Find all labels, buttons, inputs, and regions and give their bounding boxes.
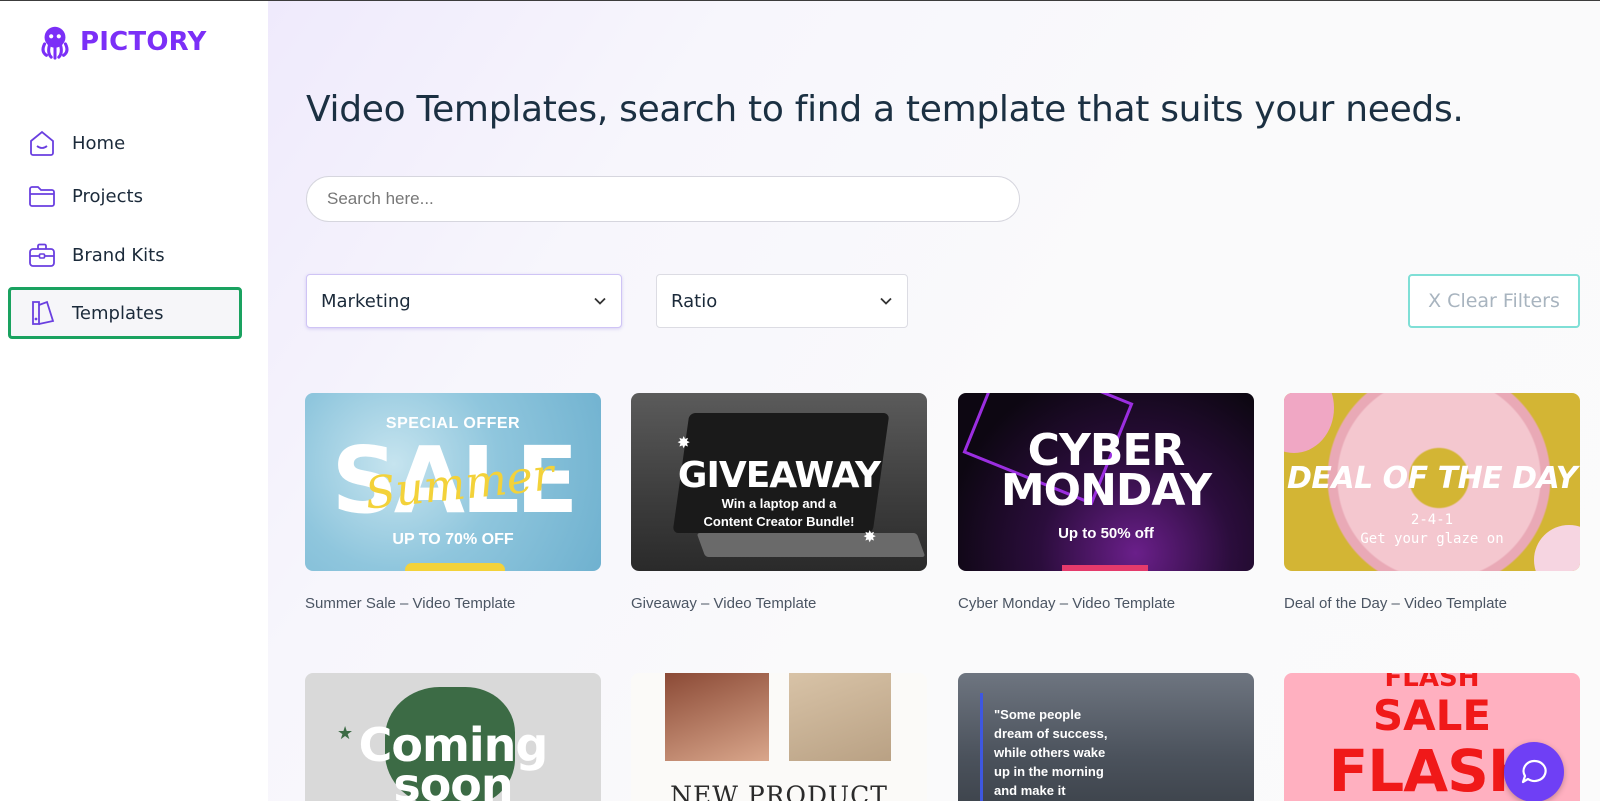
sidebar-item-label: Templates <box>72 302 164 324</box>
sidebar-item-templates[interactable]: Templates <box>8 287 242 339</box>
thumb-text: 2-4-1 Get your glaze on <box>1284 511 1580 549</box>
thumb-text-line: and make it <box>994 783 1066 798</box>
template-thumbnail[interactable]: SPECIAL OFFER SALE Summer UP TO 70% OFF <box>305 393 601 571</box>
ratio-select[interactable]: Ratio <box>656 274 908 328</box>
brand-logo[interactable]: PICTORY <box>36 23 206 61</box>
chat-button[interactable] <box>1504 742 1564 801</box>
template-card[interactable]: NEW PRODUCT <box>631 673 927 801</box>
sparkle-icon: ✸ <box>677 435 691 452</box>
sidebar-item-label: Projects <box>72 185 143 207</box>
thumb-text-line: Get your glaze on <box>1360 531 1504 547</box>
clear-filters-button[interactable]: X Clear Filters <box>1408 274 1580 328</box>
thumb-text: FLASH <box>1384 673 1480 693</box>
page-title: Video Templates, search to find a templa… <box>306 89 1464 130</box>
template-title[interactable]: Giveaway – Video Template <box>631 595 927 612</box>
product-image <box>665 673 769 761</box>
search-input[interactable] <box>306 176 1020 222</box>
thumb-text: NEW PRODUCT <box>670 781 888 801</box>
template-thumbnail[interactable]: ★ Coming soon <box>305 673 601 801</box>
folder-icon <box>28 182 56 210</box>
thumb-text: SALE <box>1372 691 1492 740</box>
template-card[interactable]: ✸ ✸ GIVEAWAY Win a laptop and a Content … <box>631 393 927 612</box>
thumb-text-line: Content Creator Bundle! <box>703 514 855 529</box>
template-thumbnail[interactable]: "Some people dream of success, while oth… <box>958 673 1254 801</box>
template-card[interactable]: "Some people dream of success, while oth… <box>958 673 1254 801</box>
thumb-text-line: up in the morning <box>994 764 1104 779</box>
brand-name: PICTORY <box>80 27 207 57</box>
template-thumbnail[interactable]: DEAL OF THE DAY 2-4-1 Get your glaze on <box>1284 393 1580 571</box>
thumb-decoration <box>980 693 983 801</box>
sidebar-item-home[interactable]: Home <box>8 117 242 169</box>
category-select[interactable]: Marketing <box>306 274 622 328</box>
template-title[interactable]: Deal of the Day – Video Template <box>1284 595 1580 612</box>
octopus-logo-icon <box>41 26 69 60</box>
thumb-text-line: "Some people <box>994 707 1082 722</box>
thumb-text: DEAL OF THE DAY <box>1286 461 1578 496</box>
thumb-text: CYBER MONDAY <box>958 429 1254 516</box>
product-image <box>789 673 891 761</box>
thumb-text: Coming soon <box>305 722 601 801</box>
template-card[interactable]: CYBER MONDAY Up to 50% off Cyber Monday … <box>958 393 1254 612</box>
thumb-text-line: Win a laptop and a <box>721 496 837 511</box>
thumb-text-line: 2-4-1 <box>1410 512 1454 528</box>
sidebar-item-label: Home <box>72 132 126 154</box>
thumb-text: Up to 50% off <box>1058 525 1154 542</box>
chevron-down-icon <box>594 297 606 305</box>
thumb-text: "Some people dream of success, while oth… <box>994 705 1107 800</box>
template-title[interactable]: Cyber Monday – Video Template <box>958 595 1254 612</box>
thumb-text-line: while others wake <box>994 745 1106 760</box>
thumb-decoration <box>1062 565 1148 571</box>
thumb-text: Win a laptop and a Content Creator Bundl… <box>631 495 927 531</box>
thumb-decoration <box>1284 393 1334 453</box>
briefcase-icon <box>28 241 56 269</box>
templates-icon <box>28 299 56 327</box>
thumb-text-line: dream of success, <box>994 726 1108 741</box>
home-icon <box>28 129 56 157</box>
template-card[interactable]: SPECIAL OFFER SALE Summer UP TO 70% OFF … <box>305 393 601 612</box>
sidebar-item-label: Brand Kits <box>72 244 165 266</box>
template-card[interactable]: ★ Coming soon <box>305 673 601 801</box>
laptop-image <box>696 533 926 557</box>
template-title[interactable]: Summer Sale – Video Template <box>305 595 601 612</box>
ratio-select-value: Ratio <box>671 290 718 312</box>
category-select-value: Marketing <box>321 290 411 312</box>
sidebar-item-projects[interactable]: Projects <box>8 170 242 222</box>
chat-bubble-icon <box>1521 759 1547 784</box>
sidebar-item-brand-kits[interactable]: Brand Kits <box>8 229 242 281</box>
template-thumbnail[interactable]: NEW PRODUCT <box>631 673 927 801</box>
template-card[interactable]: DEAL OF THE DAY 2-4-1 Get your glaze on … <box>1284 393 1580 612</box>
thumb-text: UP TO 70% OFF <box>392 531 514 548</box>
thumb-decoration <box>405 563 505 571</box>
thumb-text-line: MONDAY <box>1000 465 1212 516</box>
thumb-text: GIVEAWAY <box>677 455 881 496</box>
template-thumbnail[interactable]: CYBER MONDAY Up to 50% off <box>958 393 1254 571</box>
sidebar: PICTORY Home Projects Brand Kits Templat <box>0 1 268 801</box>
app-window: PICTORY Home Projects Brand Kits Templat <box>0 0 1600 801</box>
chevron-down-icon <box>880 297 892 305</box>
main-content: Video Templates, search to find a templa… <box>268 1 1600 801</box>
thumb-text-line: soon <box>393 758 513 801</box>
template-thumbnail[interactable]: ✸ ✸ GIVEAWAY Win a laptop and a Content … <box>631 393 927 571</box>
